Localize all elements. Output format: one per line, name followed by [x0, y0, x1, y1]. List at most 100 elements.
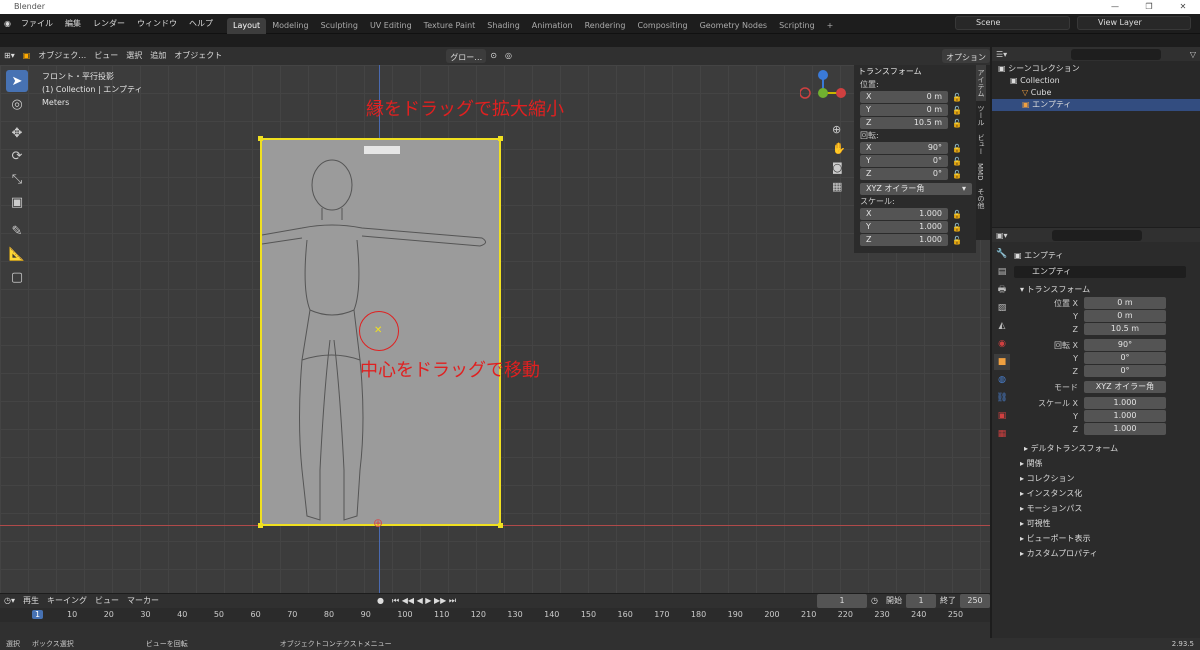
tab-layout[interactable]: Layout [226, 17, 267, 34]
outliner-scene-collection[interactable]: ▣ シーンコレクション [992, 63, 1200, 75]
outliner-cube[interactable]: ▽ Cube [992, 87, 1200, 99]
lock-icon[interactable]: 🔓 [952, 170, 962, 179]
section-collections[interactable]: ▸ コレクション [1014, 471, 1200, 486]
navigation-gizmo[interactable] [799, 70, 846, 116]
render-icon[interactable]: ▤ [994, 264, 1010, 280]
empty-origin-icon[interactable]: ✕ [374, 325, 382, 336]
menu-object[interactable]: オブジェクト [170, 47, 226, 65]
tab-view[interactable]: ビュー [976, 130, 986, 159]
tab-mmd[interactable]: MMD [976, 159, 984, 184]
menu-add[interactable]: 追加 [146, 47, 170, 65]
maximize-icon[interactable]: ❐ [1132, 0, 1166, 14]
section-viewport-display[interactable]: ▸ ビューポート表示 [1014, 531, 1200, 546]
zoom-icon[interactable]: ⊕ [832, 120, 848, 139]
prop-rotation-mode[interactable]: XYZ オイラー角 [1084, 381, 1166, 393]
scale-tool-icon[interactable]: ⤡ [6, 168, 28, 190]
clock-icon[interactable]: ◷ [867, 594, 882, 608]
move-tool-icon[interactable]: ✥ [6, 122, 28, 144]
menu-window[interactable]: ウィンドウ [131, 14, 183, 34]
snap-icon[interactable]: ⊙ [486, 47, 501, 65]
lock-icon[interactable]: 🔓 [952, 106, 962, 115]
texture-icon[interactable]: ▦ [994, 426, 1010, 442]
section-custom-properties[interactable]: ▸ カスタムプロパティ [1014, 546, 1200, 561]
tab-animation[interactable]: Animation [526, 18, 579, 34]
lock-icon[interactable]: 🔓 [952, 236, 962, 245]
tab-tool[interactable]: ツール [976, 101, 986, 130]
tab-misc[interactable]: その他 [976, 184, 986, 213]
select-mode-icon[interactable]: ▣ [19, 47, 35, 65]
section-visibility[interactable]: ▸ 可視性 [1014, 516, 1200, 531]
menu-marker[interactable]: マーカー [123, 594, 163, 608]
options-dropdown[interactable]: オプション [942, 49, 990, 63]
prop-location-y[interactable]: 0 m [1084, 310, 1166, 322]
3d-cursor-icon[interactable]: ⊕ [373, 516, 383, 530]
menu-select[interactable]: 選択 [122, 47, 146, 65]
world-icon[interactable]: ◉ [994, 336, 1010, 352]
object-icon[interactable]: ■ [994, 354, 1010, 370]
outliner-empty[interactable]: ▣ エンプティ [992, 99, 1200, 111]
current-frame-field[interactable]: 1 [817, 594, 868, 608]
rotation-y-field[interactable]: Y 0° [860, 155, 948, 167]
rotation-mode-dropdown[interactable]: XYZ オイラー角 ▾ [860, 183, 972, 195]
lock-icon[interactable]: 🔓 [952, 223, 962, 232]
prop-location-z[interactable]: 10.5 m [1084, 323, 1166, 335]
tab-geometry-nodes[interactable]: Geometry Nodes [694, 18, 773, 34]
physics-icon[interactable]: ◍ [994, 372, 1010, 388]
lock-icon[interactable]: 🔓 [952, 119, 962, 128]
menu-file[interactable]: ファイル [15, 14, 59, 34]
cursor-tool-icon[interactable]: ◎ [6, 93, 28, 115]
section-relations[interactable]: ▸ 関係 [1014, 456, 1200, 471]
outliner-search-input[interactable] [1071, 48, 1162, 60]
transform-section[interactable]: ▾ トランスフォーム [1014, 282, 1200, 297]
rotate-tool-icon[interactable]: ⟳ [6, 145, 28, 167]
location-z-field[interactable]: Z 10.5 m [860, 117, 948, 129]
menu-timeline-view[interactable]: ビュー [91, 594, 123, 608]
tool-icon[interactable]: 🔧 [994, 246, 1010, 262]
prop-scale-y[interactable]: 1.000 [1084, 410, 1166, 422]
prop-scale-x[interactable]: 1.000 [1084, 397, 1166, 409]
tab-shading[interactable]: Shading [481, 18, 526, 34]
outliner-collection[interactable]: ▣ Collection [992, 75, 1200, 87]
transform-tool-icon[interactable]: ▣ [6, 191, 28, 213]
properties-editor-icon[interactable]: ▣▾ [992, 231, 1012, 240]
lock-icon[interactable]: 🔓 [952, 157, 962, 166]
start-frame-field[interactable]: 1 [906, 594, 936, 608]
timeline-ruler[interactable]: 1 10 20 30 40 50 60 70 80 90 100 110 120 130 140 150 160… [0, 608, 990, 622]
select-tool-icon[interactable]: ➤ [6, 70, 28, 92]
transform-orientation-dropdown[interactable]: グロー… [446, 49, 487, 63]
scene-selector[interactable]: Scene [955, 16, 1070, 30]
output-icon[interactable]: 🖶 [994, 282, 1010, 298]
timeline-body[interactable] [0, 622, 990, 638]
prop-scale-z[interactable]: 1.000 [1084, 423, 1166, 435]
camera-icon[interactable]: ◙ [832, 158, 848, 177]
section-delta-transform[interactable]: ▸ デルタトランスフォーム [1014, 441, 1200, 456]
annotate-tool-icon[interactable]: ✎ [6, 220, 28, 242]
record-icon[interactable]: ● [373, 594, 388, 608]
view-layer-selector[interactable]: View Layer [1077, 16, 1191, 30]
rotation-z-field[interactable]: Z 0° [860, 168, 948, 180]
tab-scripting[interactable]: Scripting [773, 18, 821, 34]
pan-hand-icon[interactable]: ✋ [832, 139, 848, 158]
menu-view[interactable]: ビュー [90, 47, 122, 65]
menu-render[interactable]: レンダー [87, 14, 131, 34]
grid-icon[interactable]: ▦ [832, 177, 848, 196]
scale-y-field[interactable]: Y 1.000 [860, 221, 948, 233]
tab-sculpting[interactable]: Sculpting [315, 18, 364, 34]
prop-rotation-z[interactable]: 0° [1084, 365, 1166, 377]
minimize-icon[interactable]: — [1098, 0, 1132, 14]
menu-keying[interactable]: キーイング [43, 594, 91, 608]
lock-icon[interactable]: 🔓 [952, 144, 962, 153]
prop-rotation-y[interactable]: 0° [1084, 352, 1166, 364]
editor-type-icon[interactable]: ⊞▾ [0, 47, 19, 65]
menu-edit[interactable]: 編集 [59, 14, 87, 34]
outliner-editor-icon[interactable]: ☰▾ [992, 50, 1011, 59]
tab-compositing[interactable]: Compositing [631, 18, 693, 34]
lock-icon[interactable]: 🔓 [952, 93, 962, 102]
section-instancing[interactable]: ▸ インスタンス化 [1014, 486, 1200, 501]
section-motion-paths[interactable]: ▸ モーションパス [1014, 501, 1200, 516]
add-cube-tool-icon[interactable]: ▢ [6, 266, 28, 288]
tab-texture-paint[interactable]: Texture Paint [418, 18, 482, 34]
scale-z-field[interactable]: Z 1.000 [860, 234, 948, 246]
constraints-icon[interactable]: ⛓ [994, 390, 1010, 406]
location-y-field[interactable]: Y0 m [860, 104, 948, 116]
